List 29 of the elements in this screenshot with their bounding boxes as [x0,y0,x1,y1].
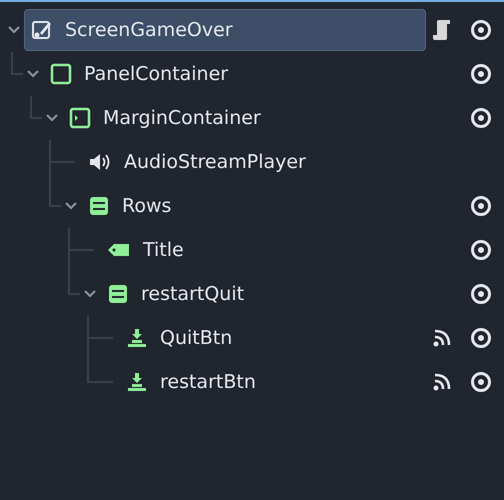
signal-icon[interactable] [432,372,452,392]
tree-item[interactable]: Title [100,229,426,271]
tree-item[interactable]: PanelContainer [43,53,426,95]
panel-icon [50,63,72,85]
margin-icon [69,107,91,129]
eye-icon[interactable] [470,63,492,85]
button-icon [126,371,148,393]
speaker-icon [88,151,112,173]
tree-item[interactable]: restartBtn [119,361,426,403]
tree-item[interactable]: ScreenGameOver [24,9,426,51]
tag-icon [107,241,131,259]
tree-item[interactable]: MarginContainer [62,97,426,139]
eye-icon[interactable] [470,283,492,305]
signal-icon[interactable] [432,328,452,348]
eye-icon[interactable] [470,371,492,393]
tree-item[interactable]: Rows [81,185,426,227]
button-icon [126,327,148,349]
rows-icon [107,283,129,305]
eye-icon[interactable] [470,107,492,129]
script-icon[interactable] [432,18,452,42]
eye-icon[interactable] [470,327,492,349]
tree-item[interactable]: QuitBtn [119,317,426,359]
eye-icon[interactable] [470,19,492,41]
eye-icon[interactable] [470,195,492,217]
tree-item[interactable]: restartQuit [100,273,426,315]
rows-icon [88,195,110,217]
brush-icon [31,19,53,41]
tree-item[interactable]: AudioStreamPlayer [81,141,426,183]
eye-icon[interactable] [470,239,492,261]
